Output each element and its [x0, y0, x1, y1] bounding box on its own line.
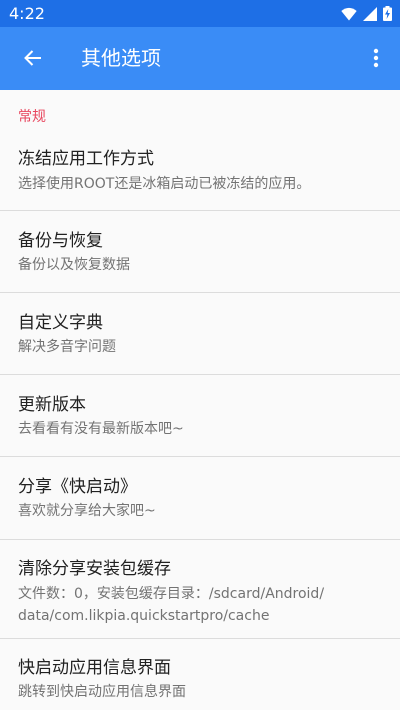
pref-summary: 去看看有没有最新版本吧~ [18, 421, 184, 437]
pref-summary-line1: 文件数：0，安装包缓存目录：/sdcard/Android/ [18, 586, 325, 602]
back-button[interactable] [14, 39, 52, 77]
wifi-icon [341, 7, 357, 21]
pref-summary: 备份以及恢复数据 [18, 257, 130, 273]
pref-app-info[interactable]: 快启动应用信息界面 跳转到快启动应用信息界面 [0, 639, 400, 710]
pref-freeze-mode[interactable]: 冻结应用工作方式 选择使用ROOT还是冰箱启动已被冻结的应用。 [0, 135, 400, 211]
pref-update-version[interactable]: 更新版本 去看看有没有最新版本吧~ [0, 375, 400, 456]
settings-list: 常规 冻结应用工作方式 选择使用ROOT还是冰箱启动已被冻结的应用。 备份与恢复… [0, 90, 400, 710]
pref-title: 备份与恢复 [18, 231, 103, 251]
pref-summary: 跳转到快启动应用信息界面 [18, 684, 186, 700]
pref-backup-restore[interactable]: 备份与恢复 备份以及恢复数据 [0, 211, 400, 292]
status-time: 4:22 [9, 4, 45, 23]
section-header: 常规 [18, 109, 46, 125]
more-vert-icon [373, 48, 379, 68]
pref-title: 快启动应用信息界面 [18, 658, 171, 678]
pref-title: 自定义字典 [18, 313, 103, 333]
page-title: 其他选项 [81, 46, 161, 70]
pref-title: 更新版本 [18, 395, 86, 415]
pref-title: 分享《快启动》 [18, 477, 137, 497]
status-bar: 4:22 [0, 0, 400, 27]
battery-charging-icon [383, 6, 392, 21]
pref-summary: 解决多音字问题 [18, 339, 116, 355]
pref-clear-package-cache[interactable]: 清除分享安装包缓存 文件数：0，安装包缓存目录：/sdcard/Android/… [0, 540, 400, 638]
pref-summary-line2: data/com.likpia.quickstartpro/cache [18, 608, 270, 624]
status-icons [341, 6, 392, 21]
pref-custom-dictionary[interactable]: 自定义字典 解决多音字问题 [0, 293, 400, 374]
pref-title: 清除分享安装包缓存 [18, 559, 171, 579]
more-options-button[interactable] [362, 39, 390, 77]
pref-title: 冻结应用工作方式 [18, 149, 154, 169]
app-bar: 其他选项 [0, 27, 400, 90]
pref-summary: 喜欢就分享给大家吧~ [18, 503, 156, 519]
arrow-back-icon [24, 50, 41, 66]
signal-icon [363, 6, 377, 21]
pref-share-app[interactable]: 分享《快启动》 喜欢就分享给大家吧~ [0, 457, 400, 539]
pref-summary: 选择使用ROOT还是冰箱启动已被冻结的应用。 [18, 176, 311, 192]
